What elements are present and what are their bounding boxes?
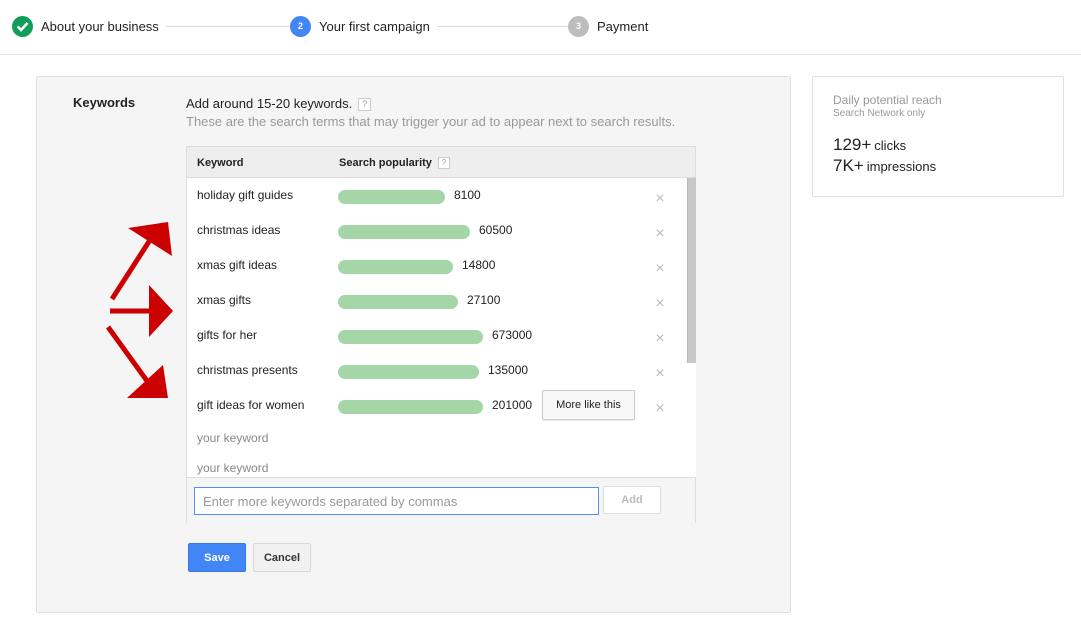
- remove-keyword-icon[interactable]: ×: [653, 401, 667, 417]
- remove-keyword-icon[interactable]: ×: [653, 296, 667, 312]
- arrow-up-right-icon: [109, 222, 172, 301]
- popularity-value: 673000: [492, 328, 533, 342]
- popularity-value: 135000: [488, 363, 529, 377]
- intro-subtitle: These are the search terms that may trig…: [186, 114, 676, 129]
- remove-keyword-icon[interactable]: ×: [653, 261, 667, 277]
- keyword-text: christmas presents: [197, 363, 298, 377]
- keywords-input[interactable]: [194, 487, 599, 515]
- step-connector: [437, 26, 568, 27]
- clicks-unit: clicks: [874, 138, 907, 153]
- help-icon[interactable]: ?: [437, 157, 450, 169]
- impressions-value: 7K+: [833, 156, 864, 175]
- keyword-row: holiday gift guides 8100 ×: [187, 178, 687, 213]
- step-connector: [166, 26, 290, 27]
- daily-reach-card: Daily potential reach Search Network onl…: [812, 76, 1064, 197]
- popularity-value: 27100: [467, 293, 501, 307]
- step-first-campaign[interactable]: 2 Your first campaign: [290, 15, 430, 37]
- popularity-bar: [338, 225, 470, 239]
- step-number-badge: 2: [290, 15, 311, 37]
- keyword-row: xmas gifts 27100 ×: [187, 283, 687, 318]
- remove-keyword-icon[interactable]: ×: [653, 226, 667, 242]
- reach-title: Daily potential reach: [833, 93, 942, 107]
- keyword-text: holiday gift guides: [197, 188, 294, 202]
- step-payment[interactable]: 3 Payment: [568, 15, 648, 37]
- clicks-value: 129+: [833, 135, 872, 154]
- remove-keyword-icon[interactable]: ×: [653, 191, 667, 207]
- add-button[interactable]: Add: [603, 486, 661, 514]
- keyword-row: xmas gift ideas 14800 ×: [187, 248, 687, 283]
- keyword-text: xmas gifts: [197, 293, 252, 307]
- column-header-popularity: Search popularity?: [339, 157, 450, 169]
- step-label: About your business: [41, 18, 159, 34]
- step-about-business[interactable]: About your business: [12, 15, 159, 37]
- keyword-text: gifts for her: [197, 328, 258, 342]
- popularity-bar: [338, 400, 483, 414]
- popularity-bar: [338, 365, 479, 379]
- keyword-text: christmas ideas: [197, 223, 281, 237]
- impressions-unit: impressions: [866, 159, 937, 174]
- popularity-bar: [338, 190, 445, 204]
- popularity-bar: [338, 330, 483, 344]
- intro-label: Add around 15-20 keywords.: [186, 96, 353, 111]
- popularity-value: 201000: [492, 398, 533, 412]
- save-button[interactable]: Save: [188, 543, 246, 572]
- keyword-row: christmas presents 135000 ×: [187, 353, 687, 388]
- intro-text: Add around 15-20 keywords.?: [186, 96, 372, 111]
- keyword-placeholder[interactable]: your keyword: [197, 431, 268, 445]
- remove-keyword-icon[interactable]: ×: [653, 331, 667, 347]
- arrow-right-icon: [110, 285, 173, 337]
- popularity-bar: [338, 295, 458, 309]
- column-header-label: Search popularity: [339, 157, 432, 169]
- step-label: Your first campaign: [319, 18, 430, 34]
- popularity-value: 60500: [479, 223, 513, 237]
- keyword-row: gifts for her 673000 ×: [187, 318, 687, 353]
- keyword-row: gift ideas for women 201000 ×: [187, 388, 687, 423]
- check-icon: [12, 15, 33, 37]
- popularity-bar: [338, 260, 453, 274]
- table-header: Keyword Search popularity?: [187, 147, 695, 178]
- remove-keyword-icon[interactable]: ×: [653, 366, 667, 382]
- reach-clicks: 129+ clicks: [833, 135, 906, 155]
- keyword-placeholder[interactable]: your keyword: [197, 461, 268, 475]
- add-keywords-bar: Add: [187, 477, 695, 523]
- popularity-value: 14800: [462, 258, 496, 272]
- keyword-text: gift ideas for women: [197, 398, 305, 412]
- progress-stepper: About your business 2 Your first campaig…: [0, 0, 1081, 55]
- column-header-keyword: Keyword: [197, 157, 244, 169]
- section-label: Keywords: [73, 95, 136, 110]
- arrow-down-right-icon: [105, 325, 168, 398]
- keyword-text: xmas gift ideas: [197, 258, 278, 272]
- cancel-button[interactable]: Cancel: [253, 543, 311, 572]
- keyword-list: More like this holiday gift guides 8100 × c…: [187, 178, 687, 477]
- keyword-table: Keyword Search popularity? More like thi…: [186, 146, 696, 523]
- reach-subtitle: Search Network only: [833, 108, 926, 119]
- keyword-placeholder-row[interactable]: your keyword: [187, 451, 687, 477]
- annotation-arrows: [105, 222, 173, 398]
- keyword-row: christmas ideas 60500 ×: [187, 213, 687, 248]
- step-label: Payment: [597, 18, 649, 34]
- popularity-value: 8100: [454, 188, 481, 202]
- scrollbar-thumb[interactable]: [687, 178, 696, 363]
- reach-impressions: 7K+ impressions: [833, 156, 936, 176]
- step-number-badge: 3: [568, 15, 589, 37]
- help-icon[interactable]: ?: [358, 98, 372, 111]
